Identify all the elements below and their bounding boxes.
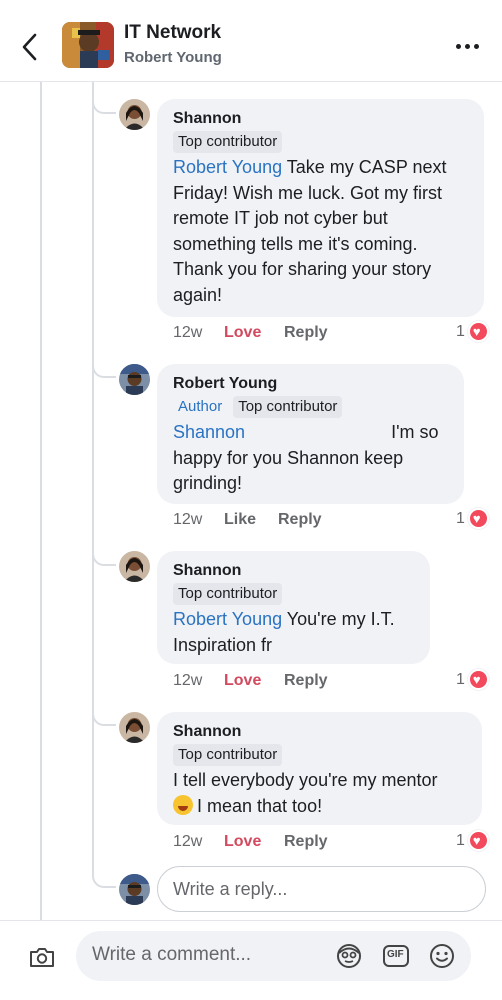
reply-input[interactable]: Write a reply... bbox=[157, 866, 486, 912]
group-avatar[interactable] bbox=[62, 22, 114, 68]
love-button[interactable]: Love bbox=[224, 833, 284, 851]
reaction-count[interactable]: 1 bbox=[456, 508, 489, 529]
comment-actions: 12w Love Reply bbox=[173, 833, 328, 851]
avatar[interactable] bbox=[119, 712, 150, 743]
top-contributor-badge: Top contributor bbox=[173, 583, 283, 605]
timestamp[interactable]: 12w bbox=[173, 324, 224, 342]
like-button[interactable]: Like bbox=[224, 511, 278, 529]
top-contributor-badge: Top contributor bbox=[233, 396, 343, 418]
mention-link[interactable]: Robert Young bbox=[173, 609, 282, 629]
heart-reaction-icon bbox=[467, 321, 489, 342]
reply-button[interactable]: Reply bbox=[284, 324, 328, 342]
thread-connector bbox=[92, 542, 116, 566]
reaction-count[interactable]: 1 bbox=[456, 321, 489, 342]
gif-icon[interactable]: GIF bbox=[382, 943, 410, 969]
heart-reaction-icon bbox=[467, 508, 489, 529]
avatar[interactable] bbox=[119, 364, 150, 395]
comment-bubble: Shannon Top contributor I tell everybody… bbox=[157, 712, 482, 825]
top-contributor-badge: Top contributor bbox=[173, 744, 283, 766]
comment-bubble: Robert Young Author Top contributor Shann… bbox=[157, 364, 464, 504]
grinning-squint-emoji-icon bbox=[173, 794, 193, 815]
reaction-count[interactable]: 1 bbox=[456, 830, 489, 851]
comment-text: Shannon I'm so happy for you Shannon keep g… bbox=[173, 422, 439, 493]
love-button[interactable]: Love bbox=[224, 324, 284, 342]
comment-author[interactable]: Robert Young bbox=[173, 373, 450, 394]
timestamp[interactable]: 12w bbox=[173, 672, 224, 690]
comment-author[interactable]: Shannon bbox=[173, 108, 470, 129]
header: IT Network Robert Young bbox=[0, 0, 502, 82]
timestamp[interactable]: 12w bbox=[173, 511, 224, 529]
comment-composer-bar: Write a comment... GIF bbox=[0, 920, 502, 1000]
reaction-count[interactable]: 1 bbox=[456, 669, 489, 690]
current-user-avatar bbox=[119, 874, 150, 905]
camera-icon[interactable] bbox=[28, 945, 56, 969]
avatar[interactable] bbox=[119, 551, 150, 582]
top-contributor-badge: Top contributor bbox=[173, 131, 283, 153]
comment-text: I tell everybody you're my mentor I mean … bbox=[173, 770, 438, 816]
mention-link[interactable]: Robert Young bbox=[173, 157, 282, 177]
thread-line-outer bbox=[40, 82, 42, 920]
mention-link[interactable]: Shannon bbox=[173, 422, 245, 442]
comment-bubble: Shannon Top contributor Robert Young Tak… bbox=[157, 99, 484, 317]
reply-button[interactable]: Reply bbox=[284, 833, 328, 851]
heart-reaction-icon bbox=[467, 669, 489, 690]
thread-connector bbox=[92, 862, 116, 888]
comment-author[interactable]: Shannon bbox=[173, 560, 416, 581]
back-arrow-icon[interactable] bbox=[16, 30, 44, 64]
more-options-icon[interactable] bbox=[452, 38, 484, 56]
avatar[interactable] bbox=[119, 99, 150, 130]
avatar-sticker-icon[interactable] bbox=[336, 943, 362, 969]
page-subtitle: Robert Young bbox=[124, 49, 222, 66]
love-button[interactable]: Love bbox=[224, 672, 284, 690]
heart-reaction-icon bbox=[467, 830, 489, 851]
comment-input[interactable]: Write a comment... bbox=[76, 931, 471, 981]
timestamp[interactable]: 12w bbox=[173, 833, 224, 851]
thread-line-inner bbox=[92, 82, 94, 862]
page-title: IT Network bbox=[124, 22, 222, 43]
reply-button[interactable]: Reply bbox=[284, 672, 328, 690]
thread-connector bbox=[92, 702, 116, 726]
emoji-icon[interactable] bbox=[429, 943, 455, 969]
comment-actions: 12w Like Reply bbox=[173, 511, 322, 529]
comment-bubble: Shannon Top contributor Robert Young You… bbox=[157, 551, 430, 664]
comment-actions: 12w Love Reply bbox=[173, 672, 328, 690]
comment-text: Robert Young You're my I.T. Inspiration f… bbox=[173, 609, 395, 655]
comment-actions: 12w Love Reply bbox=[173, 324, 328, 342]
author-badge: Author bbox=[178, 398, 223, 415]
comment-author[interactable]: Shannon bbox=[173, 721, 468, 742]
thread-connector bbox=[92, 82, 116, 114]
comment-text: Robert Young Take my CASP next Friday! Wi… bbox=[173, 157, 447, 305]
thread-connector bbox=[92, 354, 116, 378]
reply-button[interactable]: Reply bbox=[278, 511, 322, 529]
